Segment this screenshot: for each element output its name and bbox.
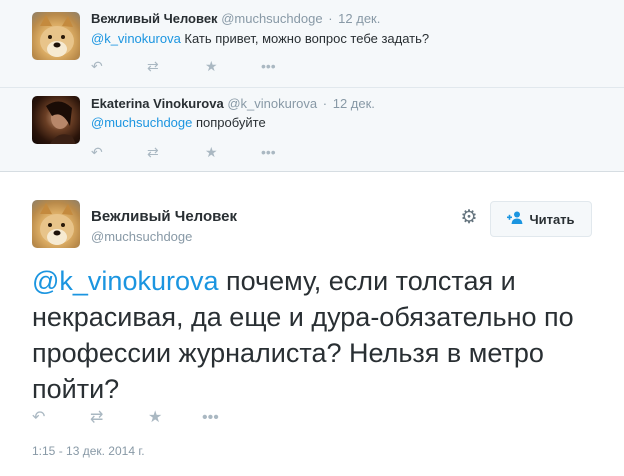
- mention-link[interactable]: @muchsuchdoge: [91, 115, 192, 130]
- tweet-header: Вежливый Человек @muchsuchdoge · 12 дек.: [91, 11, 380, 27]
- doge-avatar-image: [40, 15, 74, 57]
- reply-tweet[interactable]: Вежливый Человек @muchsuchdoge · 12 дек.…: [0, 0, 624, 88]
- tweet-timestamp[interactable]: 1:15 - 13 дек. 2014 г.: [32, 444, 145, 458]
- doge-avatar-image: [40, 203, 74, 245]
- follow-button[interactable]: Читать: [490, 201, 592, 237]
- more-icon[interactable]: •••: [261, 144, 276, 160]
- tweet-header: Ekaterina Vinokurova @k_vinokurova · 12 …: [91, 96, 375, 112]
- fullname[interactable]: Ekaterina Vinokurova: [91, 96, 224, 111]
- reply-tweet[interactable]: Ekaterina Vinokurova @k_vinokurova · 12 …: [0, 88, 624, 172]
- retweet-icon[interactable]: ⇄: [147, 144, 159, 160]
- avatar[interactable]: [32, 200, 80, 248]
- reply-icon[interactable]: ↶: [91, 58, 103, 74]
- tweet-body: Кать привет, можно вопрос тебе задать?: [180, 31, 430, 46]
- person-plus-icon: [507, 211, 523, 227]
- tweet-time[interactable]: 12 дек.: [333, 96, 375, 111]
- separator: ·: [328, 11, 333, 26]
- tweet-body: попробуйте: [192, 115, 266, 130]
- fullname[interactable]: Вежливый Человек: [91, 11, 218, 26]
- tweet-text: @k_vinokurova Кать привет, можно вопрос …: [91, 31, 429, 47]
- more-icon[interactable]: •••: [202, 409, 219, 427]
- favorite-icon[interactable]: ★: [148, 409, 162, 427]
- fullname[interactable]: Вежливый Человек: [91, 208, 237, 225]
- follow-button-label: Читать: [529, 211, 575, 227]
- gear-icon[interactable]: ⚙: [458, 207, 480, 229]
- username[interactable]: @k_vinokurova: [227, 96, 317, 111]
- retweet-icon[interactable]: ⇄: [90, 409, 103, 427]
- reply-icon[interactable]: ↶: [91, 144, 103, 160]
- user-avatar-image: [46, 101, 76, 144]
- separator: ·: [322, 96, 328, 111]
- favorite-icon[interactable]: ★: [205, 144, 218, 160]
- tweet-text: @muchsuchdoge попробуйте: [91, 115, 266, 131]
- mention-link[interactable]: @k_vinokurova: [91, 31, 181, 46]
- tweet-time[interactable]: 12 дек.: [338, 11, 380, 26]
- avatar[interactable]: [32, 96, 80, 144]
- avatar[interactable]: [32, 12, 80, 60]
- more-icon[interactable]: •••: [261, 58, 276, 74]
- username[interactable]: @muchsuchdoge: [221, 11, 322, 26]
- favorite-icon[interactable]: ★: [205, 58, 218, 74]
- mention-link[interactable]: @k_vinokurova: [32, 266, 219, 296]
- username[interactable]: @muchsuchdoge: [91, 229, 192, 244]
- retweet-icon[interactable]: ⇄: [147, 58, 159, 74]
- tweet-text: @k_vinokurova почему, если толстая и нек…: [32, 263, 592, 407]
- reply-icon[interactable]: ↶: [32, 409, 45, 427]
